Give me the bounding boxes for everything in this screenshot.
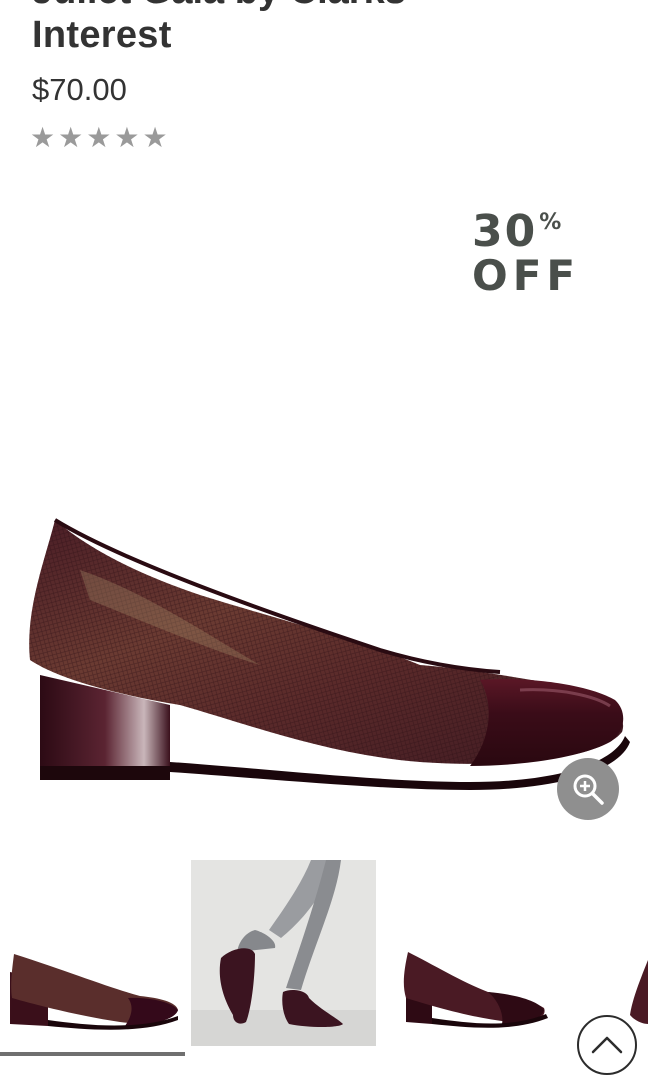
thumbnail-strip — [0, 860, 648, 1050]
product-main-image[interactable] — [0, 500, 648, 800]
thumbnail-3[interactable] — [392, 860, 562, 1046]
rating-stars[interactable]: ★ ★ ★ ★ ★ — [30, 124, 168, 152]
thumbnail-1[interactable] — [0, 860, 185, 1046]
thumbnail-1-image — [10, 954, 179, 1030]
star-icon: ★ — [114, 122, 140, 153]
thumbnail-2-image — [191, 860, 376, 1046]
thumbnail-4-image — [630, 960, 648, 1024]
zoom-button[interactable] — [557, 758, 619, 820]
scroll-to-top-button[interactable] — [577, 1015, 637, 1075]
thumbnail-2[interactable] — [191, 860, 376, 1046]
discount-percent: 30 — [472, 206, 538, 257]
product-title: Interest — [32, 14, 172, 56]
thumbnail-4[interactable] — [620, 860, 648, 1046]
thumbnail-3-image — [403, 952, 548, 1028]
product-title-partial: Juliet Gala by Clarks — [32, 0, 406, 13]
percent-sign: % — [539, 210, 564, 235]
zoom-in-icon — [573, 774, 604, 805]
thumbnail-active-indicator — [0, 1052, 185, 1056]
star-icon: ★ — [30, 122, 56, 153]
product-price: $70.00 — [32, 72, 127, 107]
star-icon: ★ — [58, 122, 84, 153]
discount-badge: 30% OFF — [472, 206, 580, 300]
star-icon: ★ — [86, 122, 112, 153]
discount-off-label: OFF — [472, 251, 581, 300]
star-icon: ★ — [142, 122, 168, 153]
chevron-up-icon — [591, 1036, 623, 1054]
